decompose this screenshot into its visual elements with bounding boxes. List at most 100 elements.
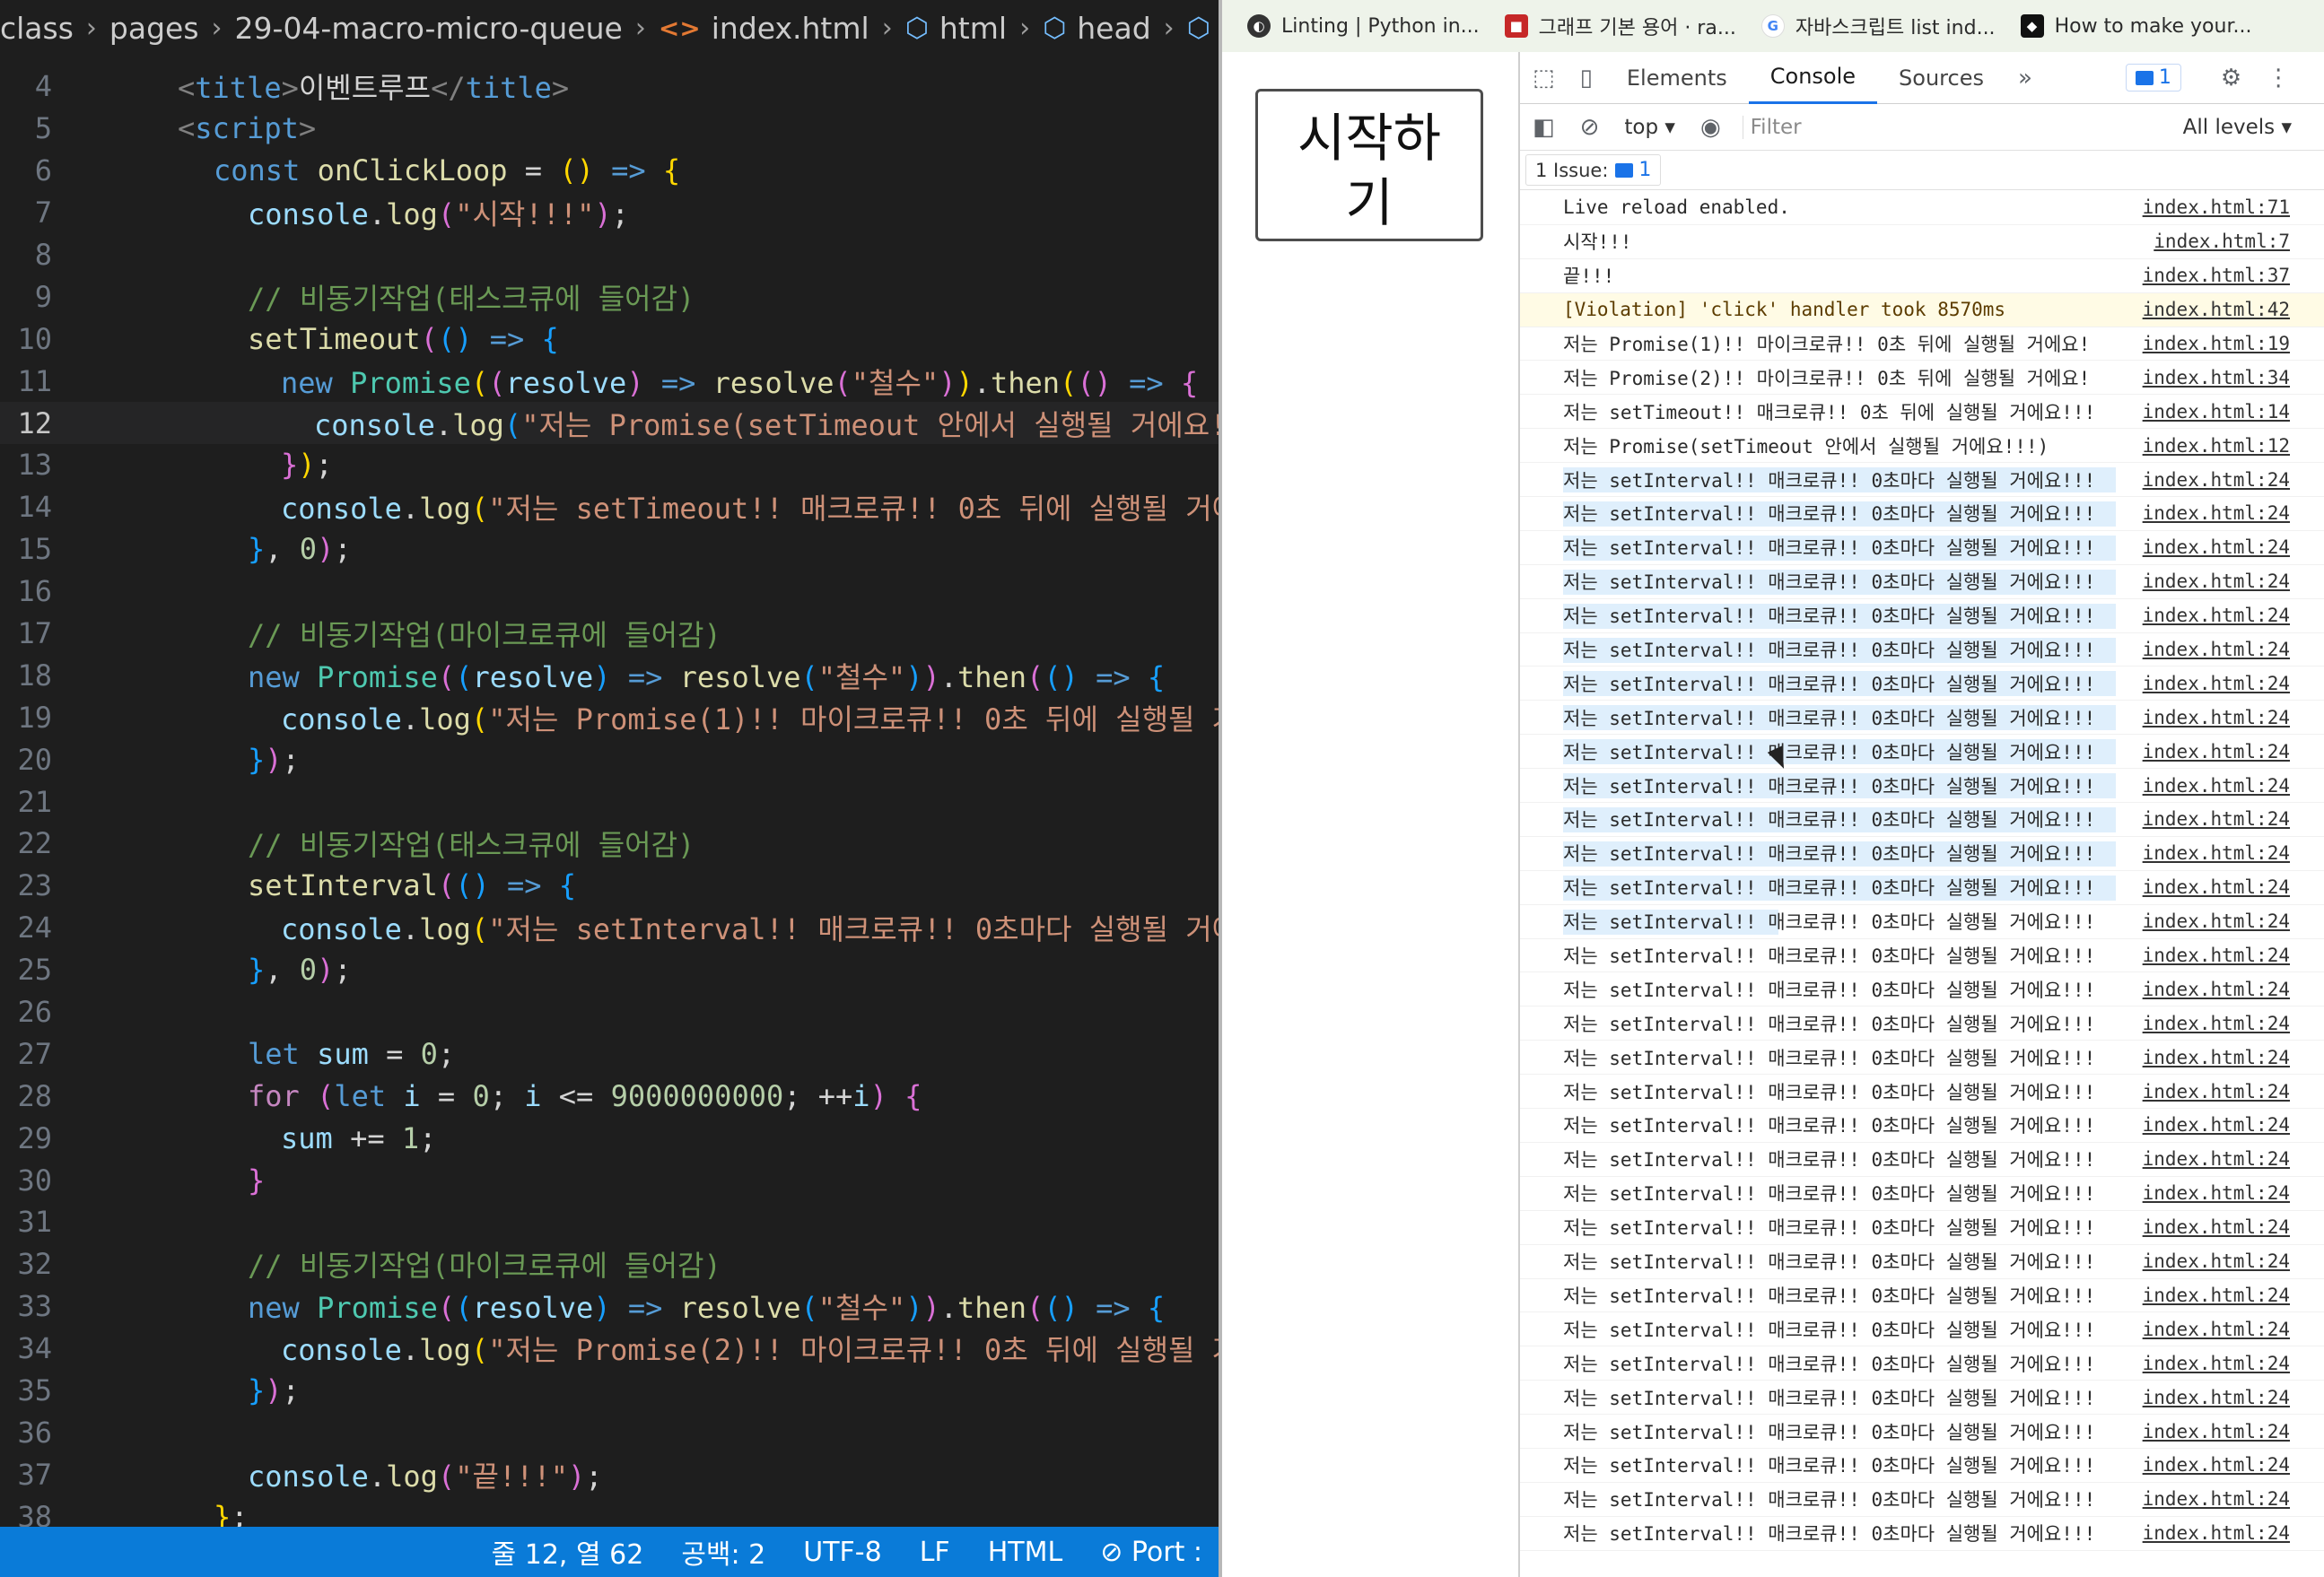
breadcrumb-item[interactable]: <> index.html bbox=[659, 11, 869, 46]
console-source-link[interactable]: index.html:24 bbox=[2143, 808, 2290, 830]
code-line[interactable]: 25}, 0); bbox=[0, 949, 1219, 991]
code-editor[interactable]: class › pages › 29-04-macro-micro-queue … bbox=[0, 0, 1219, 1577]
console-message[interactable]: 저는 setTimeout!! 매크로큐!! 0초 뒤에 실행될 거에요!!! i… bbox=[1520, 395, 2324, 430]
console-source-link[interactable]: index.html:24 bbox=[2143, 979, 2290, 1000]
console-message[interactable]: 저는 setInterval!! 매크로큐!! 0초마다 실행될 거에요!!! i… bbox=[1520, 939, 2324, 973]
code-line[interactable]: 28 for (let i = 0; i <= 9000000000; ++i) … bbox=[0, 1075, 1219, 1117]
bookmark-item[interactable]: ■ 그래프 기본 용어 · ra... bbox=[1504, 12, 1736, 40]
console-message[interactable]: 저는 setInterval!! 매크로큐!! 0초마다 실행될 거에요!!! i… bbox=[1520, 1483, 2324, 1517]
console-source-link[interactable]: index.html:24 bbox=[2143, 536, 2290, 558]
code-line[interactable]: 34 console.log("저는 Promise(2)!! 마이크로큐!! 0… bbox=[0, 1328, 1219, 1370]
console-source-link[interactable]: index.html:24 bbox=[2143, 1013, 2290, 1034]
code-line[interactable]: 11 new Promise((resolve) => resolve("철수")… bbox=[0, 360, 1219, 402]
kebab-menu-icon[interactable]: ⋮ bbox=[2254, 65, 2302, 91]
code-line[interactable]: 14 console.log("저는 setTimeout!! 매크로큐!! 0초… bbox=[0, 486, 1219, 528]
console-message[interactable]: 저는 setInterval!! 매크로큐!! 0초마다 실행될 거에요!!! i… bbox=[1520, 1075, 2324, 1110]
console-source-link[interactable]: index.html:24 bbox=[2143, 469, 2290, 491]
context-selector[interactable]: top ▾ bbox=[1612, 116, 1688, 139]
code-line[interactable]: 10 setTimeout(() => { bbox=[0, 318, 1219, 360]
bookmark-item[interactable]: G 자바스크립트 list ind... bbox=[1760, 12, 1996, 40]
console-message[interactable]: 저는 setInterval!! 매크로큐!! 0초마다 실행될 거에요!!! i… bbox=[1520, 531, 2324, 565]
console-source-link[interactable]: index.html:24 bbox=[2143, 910, 2290, 932]
device-toolbar-icon[interactable]: ▯ bbox=[1568, 65, 1605, 91]
code-line[interactable]: 33 new Promise((resolve) => resolve("철수")… bbox=[0, 1285, 1219, 1328]
breadcrumb-item[interactable]: 29-04-macro-micro-queue bbox=[235, 11, 623, 46]
clear-console-icon[interactable]: ⊘ bbox=[1568, 114, 1612, 141]
code-area[interactable]: 4 <title>이벤트루프</title> 5 <script> 6 const o… bbox=[0, 65, 1219, 1538]
eye-icon[interactable]: ◉ bbox=[1688, 114, 1734, 141]
console-source-link[interactable]: index.html:24 bbox=[2143, 1319, 2290, 1340]
language-mode[interactable]: HTML bbox=[988, 1537, 1062, 1568]
console-message[interactable]: 저는 setInterval!! 매크로큐!! 0초마다 실행될 거에요!!! i… bbox=[1520, 701, 2324, 736]
console-message[interactable]: 끝!!! index.html:37 bbox=[1520, 259, 2324, 293]
console-source-link[interactable]: index.html:24 bbox=[2143, 945, 2290, 966]
console-message[interactable]: 저는 setInterval!! 매크로큐!! 0초마다 실행될 거에요!!! i… bbox=[1520, 1143, 2324, 1177]
code-line[interactable]: 26 bbox=[0, 991, 1219, 1033]
console-message[interactable]: 저는 Promise(setTimeout 안에서 실행될 거에요!!!) ind… bbox=[1520, 429, 2324, 464]
console-source-link[interactable]: index.html:37 bbox=[2143, 265, 2290, 286]
tab-elements[interactable]: Elements bbox=[1605, 52, 1749, 104]
code-line[interactable]: 37 console.log("끝!!!"); bbox=[0, 1453, 1219, 1495]
code-line[interactable]: 36 bbox=[0, 1412, 1219, 1454]
code-line[interactable]: 29 sum += 1; bbox=[0, 1117, 1219, 1159]
cursor-position[interactable]: 줄 12, 열 62 bbox=[492, 1532, 644, 1572]
port-status[interactable]: ⊘ Port : bbox=[1100, 1537, 1202, 1568]
console-message[interactable]: 저는 setInterval!! 매크로큐!! 0초마다 실행될 거에요!!! i… bbox=[1520, 565, 2324, 599]
code-line[interactable]: 18 new Promise((resolve) => resolve("철수")… bbox=[0, 654, 1219, 696]
code-line[interactable]: 35}); bbox=[0, 1370, 1219, 1412]
tab-sources[interactable]: Sources bbox=[1877, 52, 2005, 104]
console-message[interactable]: 저는 setInterval!! 매크로큐!! 0초마다 실행될 거에요!!! i… bbox=[1520, 667, 2324, 701]
console-source-link[interactable]: index.html:42 bbox=[2143, 299, 2290, 320]
breadcrumb-item[interactable]: ⬡ bbox=[1187, 13, 1219, 44]
log-levels-dropdown[interactable]: All levels ▾ bbox=[2183, 116, 2324, 139]
bookmark-item[interactable]: ◐ Linting | Python in... bbox=[1247, 14, 1480, 38]
console-message[interactable]: 저는 setInterval!! 매크로큐!! 0초마다 실행될 거에요!!! i… bbox=[1520, 972, 2324, 1007]
code-line[interactable]: 7 console.log("시작!!!"); bbox=[0, 192, 1219, 234]
code-line[interactable]: 15}, 0); bbox=[0, 528, 1219, 571]
console-source-link[interactable]: index.html:14 bbox=[2143, 401, 2290, 423]
console-source-link[interactable]: index.html:19 bbox=[2143, 333, 2290, 354]
console-source-link[interactable]: index.html:24 bbox=[2143, 1353, 2290, 1374]
console-message[interactable]: 저는 setInterval!! 매크로큐!! 0초마다 실행될 거에요!!! i… bbox=[1520, 871, 2324, 905]
console-message[interactable]: 저는 setInterval!! 매크로큐!! 0초마다 실행될 거에요!!! i… bbox=[1520, 1279, 2324, 1313]
issues-link[interactable]: 1 Issue: 1 bbox=[1525, 154, 1662, 186]
console-message[interactable]: 시작!!! index.html:7 bbox=[1520, 225, 2324, 259]
console-source-link[interactable]: index.html:24 bbox=[2143, 1488, 2290, 1510]
sidebar-toggle-icon[interactable]: ◧ bbox=[1520, 114, 1568, 141]
console-source-link[interactable]: index.html:24 bbox=[2143, 707, 2290, 728]
code-line[interactable]: 19 console.log("저는 Promise(1)!! 마이크로큐!! 0… bbox=[0, 696, 1219, 738]
code-line[interactable]: 8 bbox=[0, 234, 1219, 276]
breadcrumb-item[interactable]: pages bbox=[109, 11, 199, 46]
console-message[interactable]: 저는 setInterval!! 매크로큐!! 0초마다 실행될 거에요!!! i… bbox=[1520, 633, 2324, 667]
console-message[interactable]: 저는 setInterval!! 매크로큐!! 0초마다 실행될 거에요!!! i… bbox=[1520, 599, 2324, 633]
console-source-link[interactable]: index.html:24 bbox=[2143, 1216, 2290, 1238]
console-source-link[interactable]: index.html:71 bbox=[2143, 196, 2290, 218]
code-line-current[interactable]: 12 console.log("저는 Promise(setTimeout 안에서… bbox=[0, 402, 1219, 445]
console-source-link[interactable]: index.html:24 bbox=[2143, 1421, 2290, 1442]
issues-badge[interactable]: 1 bbox=[2125, 64, 2181, 91]
console-message[interactable]: 저는 setInterval!! 매크로큐!! 0초마다 실행될 거에요!!! i… bbox=[1520, 1381, 2324, 1416]
console-message[interactable]: 저는 setInterval!! 매크로큐!! 0초마다 실행될 거에요!!! i… bbox=[1520, 1415, 2324, 1449]
console-message[interactable]: 저는 setInterval!! 매크로큐!! 0초마다 실행될 거에요!!! i… bbox=[1520, 1177, 2324, 1211]
console-source-link[interactable]: index.html:12 bbox=[2143, 435, 2290, 457]
console-message[interactable]: 저는 setInterval!! 매크로큐!! 0초마다 실행될 거에요!!! i… bbox=[1520, 1006, 2324, 1041]
console-message[interactable]: 저는 setInterval!! 매크로큐!! 0초마다 실행될 거에요!!! i… bbox=[1520, 1109, 2324, 1143]
console-source-link[interactable]: index.html:24 bbox=[2143, 1250, 2290, 1272]
code-line[interactable]: 22 // 비동기작업(태스크큐에 들어감) bbox=[0, 823, 1219, 865]
breadcrumb-item[interactable]: class bbox=[0, 11, 74, 46]
console-source-link[interactable]: index.html:24 bbox=[2143, 1387, 2290, 1408]
console-output[interactable]: Live reload enabled. index.html:71 시작!!! in… bbox=[1520, 191, 2324, 1577]
console-source-link[interactable]: index.html:24 bbox=[2143, 1454, 2290, 1476]
console-source-link[interactable]: index.html:24 bbox=[2143, 1148, 2290, 1170]
code-line[interactable]: 27 let sum = 0; bbox=[0, 1032, 1219, 1075]
console-source-link[interactable]: index.html:24 bbox=[2143, 1047, 2290, 1068]
console-source-link[interactable]: index.html:24 bbox=[2143, 1522, 2290, 1544]
console-warning[interactable]: [Violation] 'click' handler took 8570ms i… bbox=[1520, 292, 2324, 327]
indentation[interactable]: 공백: 2 bbox=[681, 1532, 765, 1572]
console-message[interactable]: 저는 setInterval!! 매크로큐!! 0초마다 실행될 거에요!!! i… bbox=[1520, 1245, 2324, 1279]
console-message[interactable]: 저는 setInterval!! 매크로큐!! 0초마다 실행될 거에요!!! i… bbox=[1520, 463, 2324, 498]
code-line[interactable]: 31 bbox=[0, 1201, 1219, 1243]
start-button[interactable]: 시작하 기 bbox=[1255, 89, 1483, 241]
console-message[interactable]: 저는 setInterval!! 매크로큐!! 0초마다 실행될 거에요!!! i… bbox=[1520, 1312, 2324, 1347]
code-line[interactable]: 20}); bbox=[0, 738, 1219, 780]
